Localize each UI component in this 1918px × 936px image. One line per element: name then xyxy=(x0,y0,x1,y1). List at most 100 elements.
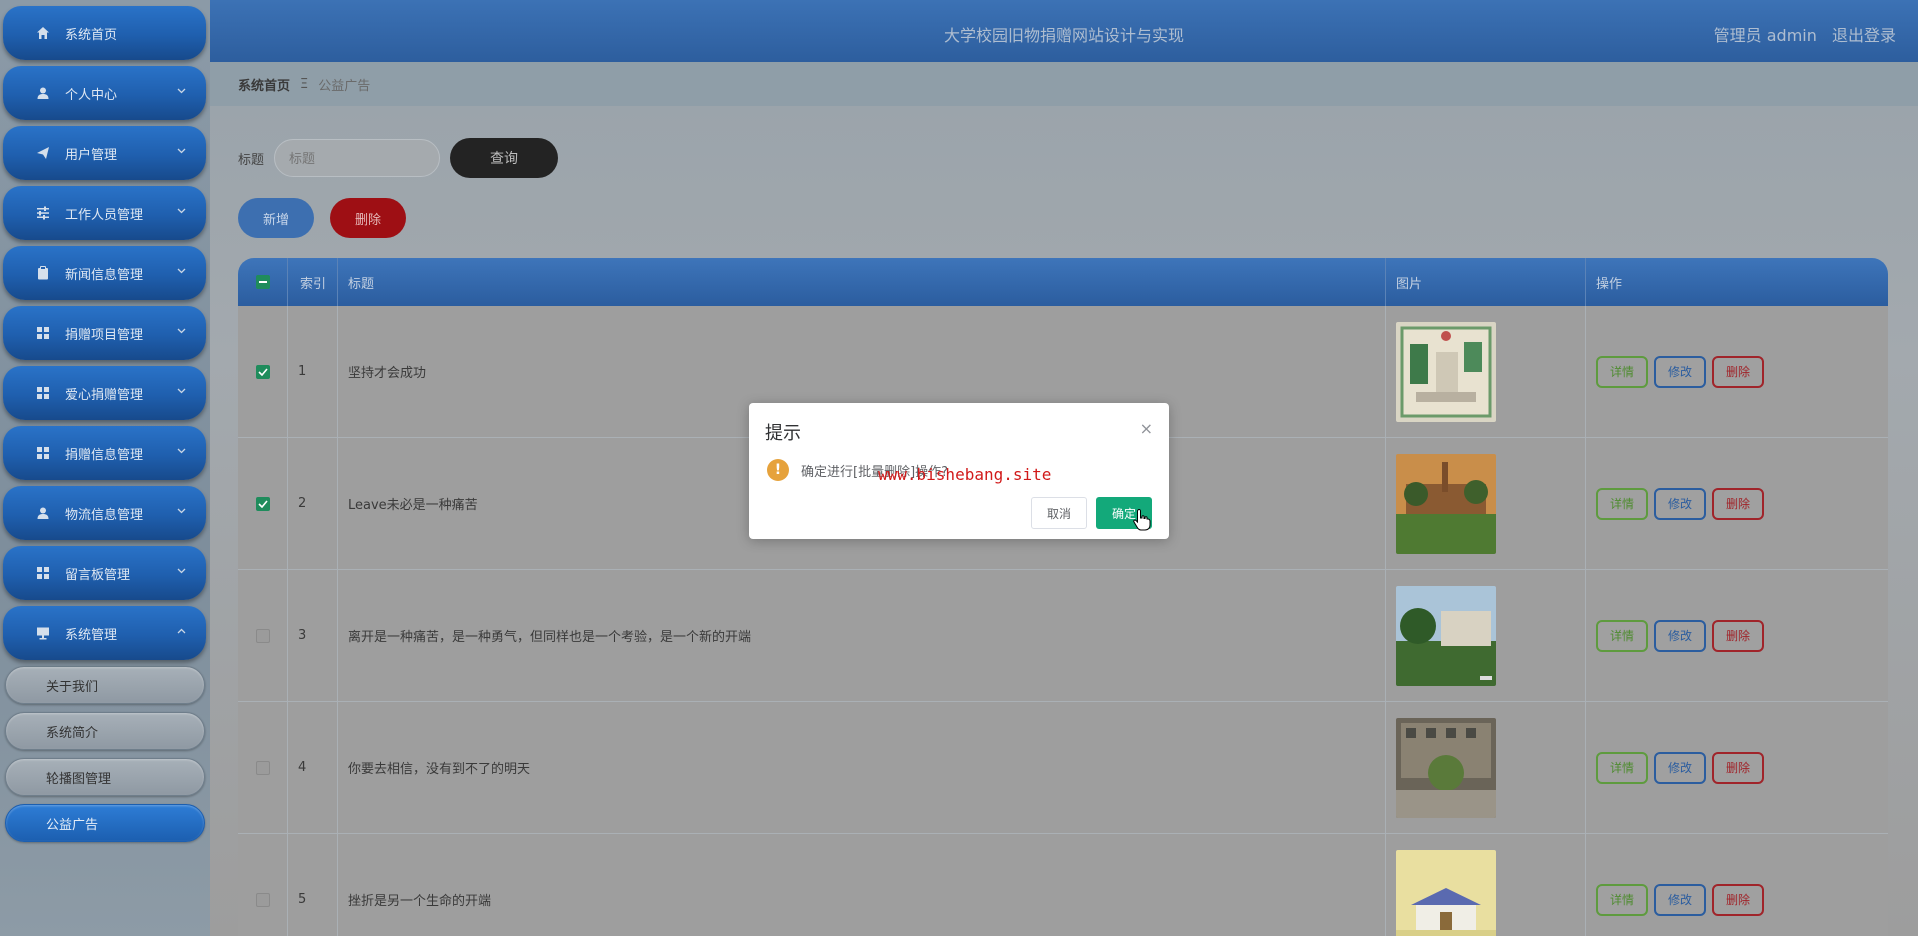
header-checkbox-cell xyxy=(238,258,288,306)
cancel-button[interactable]: 取消 xyxy=(1031,497,1087,529)
user-icon xyxy=(35,85,51,101)
search-bar: 标题 查询 xyxy=(238,138,559,178)
chevron-up-icon xyxy=(177,626,186,637)
row-thumbnail-image[interactable] xyxy=(1396,849,1496,936)
logout-link[interactable]: 退出登录 xyxy=(1832,26,1896,45)
sidebar-item-5[interactable]: 捐赠项目管理 xyxy=(3,306,206,360)
delete-button[interactable]: 删除 xyxy=(1712,883,1764,916)
sidebar-item-8[interactable]: 物流信息管理 xyxy=(3,486,206,540)
row-image-cell xyxy=(1386,438,1586,569)
send-icon xyxy=(35,145,51,161)
table-body: 1 坚持才会成功 详情 修改 删除 2 Leave未必是一种痛苦 详情 修改 删除 3 离开是一种痛苦… xyxy=(238,306,1888,936)
sidebar-item-0[interactable]: 系统首页 xyxy=(3,6,206,60)
row-thumbnail-image[interactable] xyxy=(1396,321,1496,422)
detail-button[interactable]: 详情 xyxy=(1596,487,1648,520)
select-all-checkbox[interactable] xyxy=(255,275,270,289)
sidebar-item-label: 用户管理 xyxy=(65,147,118,163)
row-title: 挫折是另一个生命的开端 xyxy=(338,834,1386,936)
row-ops: 详情 修改 删除 xyxy=(1586,306,1888,437)
row-ops: 详情 修改 删除 xyxy=(1586,834,1888,936)
row-ops: 详情 修改 删除 xyxy=(1586,570,1888,701)
row-index: 2 xyxy=(288,438,338,569)
query-button[interactable]: 查询 xyxy=(450,138,559,178)
edit-button[interactable]: 修改 xyxy=(1654,883,1706,916)
add-button[interactable]: 新增 xyxy=(238,198,314,238)
top-header: 大学校园旧物捐赠网站设计与实现 管理员 admin 退出登录 xyxy=(210,0,1918,62)
grid-icon xyxy=(35,325,51,341)
detail-button[interactable]: 详情 xyxy=(1596,883,1648,916)
breadcrumb: 系统首页 Ξ 公益广告 xyxy=(210,62,1918,106)
row-title: 离开是一种痛苦，是一种勇气，但同样也是一个考验，是一个新的开端 xyxy=(338,570,1386,701)
chevron-down-icon xyxy=(177,266,186,277)
row-checkbox-cell xyxy=(238,306,288,437)
sidebar-item-3[interactable]: 工作人员管理 xyxy=(3,186,206,240)
sidebar-item-4[interactable]: 新闻信息管理 xyxy=(3,246,206,300)
chevron-down-icon xyxy=(177,446,186,457)
sidebar-item-2[interactable]: 用户管理 xyxy=(3,126,206,180)
edit-button[interactable]: 修改 xyxy=(1654,751,1706,784)
breadcrumb-current: 公益广告 xyxy=(318,78,371,94)
row-thumbnail-image[interactable] xyxy=(1396,453,1496,554)
detail-button[interactable]: 详情 xyxy=(1596,619,1648,652)
confirm-dialog: 提示 × ! 确定进行[批量删除]操作? www.bishebang.site … xyxy=(749,403,1169,539)
watermark-text: www.bishebang.site xyxy=(878,465,1052,484)
table-row: 3 离开是一种痛苦，是一种勇气，但同样也是一个考验，是一个新的开端 详情 修改 删除 xyxy=(238,570,1888,702)
row-checkbox[interactable] xyxy=(255,760,270,775)
row-image-cell xyxy=(1386,570,1586,701)
sliders-icon xyxy=(35,205,51,221)
row-image-cell xyxy=(1386,306,1586,437)
row-checkbox-cell xyxy=(238,570,288,701)
batch-delete-button[interactable]: 删除 xyxy=(330,198,406,238)
sidebar-item-1[interactable]: 个人中心 xyxy=(3,66,206,120)
breadcrumb-home[interactable]: 系统首页 xyxy=(238,75,290,94)
sidebar-item-label: 系统首页 xyxy=(65,27,118,43)
delete-button[interactable]: 删除 xyxy=(1712,619,1764,652)
clipboard-icon xyxy=(35,265,51,281)
table-row: 4 你要去相信，没有到不了的明天 详情 修改 删除 xyxy=(238,702,1888,834)
row-checkbox[interactable] xyxy=(255,364,270,379)
user-label: 管理员 admin xyxy=(1713,26,1817,45)
sidebar-item-label: 物流信息管理 xyxy=(65,507,144,523)
sidebar-subitem-1[interactable]: 系统简介 xyxy=(5,712,205,750)
detail-button[interactable]: 详情 xyxy=(1596,751,1648,784)
row-checkbox[interactable] xyxy=(255,892,270,907)
edit-button[interactable]: 修改 xyxy=(1654,487,1706,520)
title-search-input[interactable] xyxy=(274,139,441,177)
row-ops: 详情 修改 删除 xyxy=(1586,438,1888,569)
row-index: 1 xyxy=(288,306,338,437)
grid-icon xyxy=(35,445,51,461)
header-image: 图片 xyxy=(1386,258,1586,306)
delete-button[interactable]: 删除 xyxy=(1712,487,1764,520)
sidebar-item-label: 捐赠项目管理 xyxy=(65,327,144,343)
edit-button[interactable]: 修改 xyxy=(1654,355,1706,388)
chevron-down-icon xyxy=(177,326,186,337)
grid-icon xyxy=(35,565,51,581)
row-thumbnail-image[interactable] xyxy=(1396,717,1496,818)
delete-button[interactable]: 删除 xyxy=(1712,355,1764,388)
chevron-down-icon xyxy=(177,566,186,577)
close-icon[interactable]: × xyxy=(1140,419,1153,438)
sidebar-item-10[interactable]: 系统管理 xyxy=(3,606,206,660)
detail-button[interactable]: 详情 xyxy=(1596,355,1648,388)
row-checkbox[interactable] xyxy=(255,496,270,511)
sidebar: 系统首页个人中心用户管理工作人员管理 新闻信息管理捐赠项目管理爱心捐赠管理 捐赠信息… xyxy=(0,0,210,936)
row-index: 5 xyxy=(288,834,338,936)
sidebar-item-6[interactable]: 爱心捐赠管理 xyxy=(3,366,206,420)
action-buttons: 新增 删除 xyxy=(238,198,406,238)
delete-button[interactable]: 删除 xyxy=(1712,751,1764,784)
sidebar-subitem-0[interactable]: 关于我们 xyxy=(5,666,205,704)
table-row: 5 挫折是另一个生命的开端 详情 修改 删除 xyxy=(238,834,1888,936)
sidebar-item-9[interactable]: 留言板管理 xyxy=(3,546,206,600)
chevron-down-icon xyxy=(177,206,186,217)
row-thumbnail-image[interactable] xyxy=(1396,585,1496,686)
sidebar-item-label: 系统管理 xyxy=(65,627,118,643)
sidebar-subitem-2[interactable]: 轮播图管理 xyxy=(5,758,205,796)
row-title: 你要去相信，没有到不了的明天 xyxy=(338,702,1386,833)
row-checkbox-cell xyxy=(238,702,288,833)
row-checkbox[interactable] xyxy=(255,628,270,643)
sidebar-item-7[interactable]: 捐赠信息管理 xyxy=(3,426,206,480)
sidebar-subitem-3[interactable]: 公益广告 xyxy=(5,804,205,842)
header-index: 索引 xyxy=(288,258,338,306)
row-checkbox-cell xyxy=(238,834,288,936)
edit-button[interactable]: 修改 xyxy=(1654,619,1706,652)
